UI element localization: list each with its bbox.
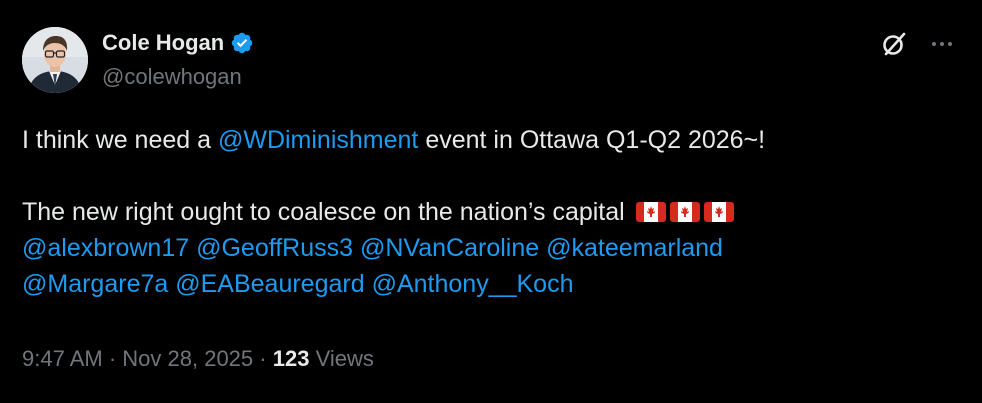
tweet-date[interactable]: Nov 28, 2025	[122, 346, 253, 371]
mention-link[interactable]: @WDiminishment	[218, 126, 418, 154]
views-count: 123	[272, 346, 310, 371]
tweet-body: I think we need a @WDiminishment event i…	[22, 122, 962, 302]
canada-flag-icon	[703, 201, 734, 223]
views-label: Views	[315, 346, 374, 371]
meta-separator: ·	[102, 346, 123, 371]
tweet-mentions-row-1: @alexbrown17 @GeoffRuss3 @NVanCaroline @…	[22, 230, 962, 266]
tweet-card: Cole Hogan @colewhogan I think we need a…	[0, 0, 982, 403]
avatar[interactable]	[22, 27, 88, 93]
mention-link[interactable]: @NVanCaroline	[360, 234, 539, 262]
grok-slash-circle-icon[interactable]	[880, 30, 908, 63]
canada-flag-icon	[669, 201, 700, 223]
mention-link[interactable]: @GeoffRuss3	[196, 234, 353, 262]
tweet-mentions-row-2: @Margare7a @EABeauregard @Anthony__Koch	[22, 266, 962, 302]
body-text-segment: event in Ottawa Q1-Q2 2026~!	[418, 126, 766, 154]
mention-link[interactable]: @EABeauregard	[175, 270, 364, 298]
tweet-line-2: The new right ought to coalesce on the n…	[22, 194, 962, 230]
body-text-segment: I think we need a	[22, 126, 218, 154]
tweet-line-1: I think we need a @WDiminishment event i…	[22, 122, 962, 158]
mention-link[interactable]: @kateemarland	[546, 234, 723, 262]
author-display-name[interactable]: Cole Hogan	[102, 30, 224, 56]
meta-separator: ·	[253, 346, 273, 371]
mention-link[interactable]: @alexbrown17	[22, 234, 189, 262]
avatar-image	[22, 27, 88, 93]
verified-badge-icon[interactable]	[230, 31, 254, 55]
tweet-top-actions	[880, 30, 954, 63]
mention-link[interactable]: @Margare7a	[22, 270, 168, 298]
more-dots-icon[interactable]	[930, 32, 954, 61]
canada-flag-icon	[635, 201, 666, 223]
mention-link[interactable]: @Anthony__Koch	[372, 270, 574, 298]
tweet-time[interactable]: 9:47 AM	[22, 346, 103, 371]
body-text-segment: The new right ought to coalesce on the n…	[22, 198, 625, 226]
author-name-row: Cole Hogan	[102, 30, 254, 56]
author-handle[interactable]: @colewhogan	[102, 64, 242, 90]
tweet-meta: 9:47 AM · Nov 28, 2025 · 123 Views	[22, 346, 374, 372]
